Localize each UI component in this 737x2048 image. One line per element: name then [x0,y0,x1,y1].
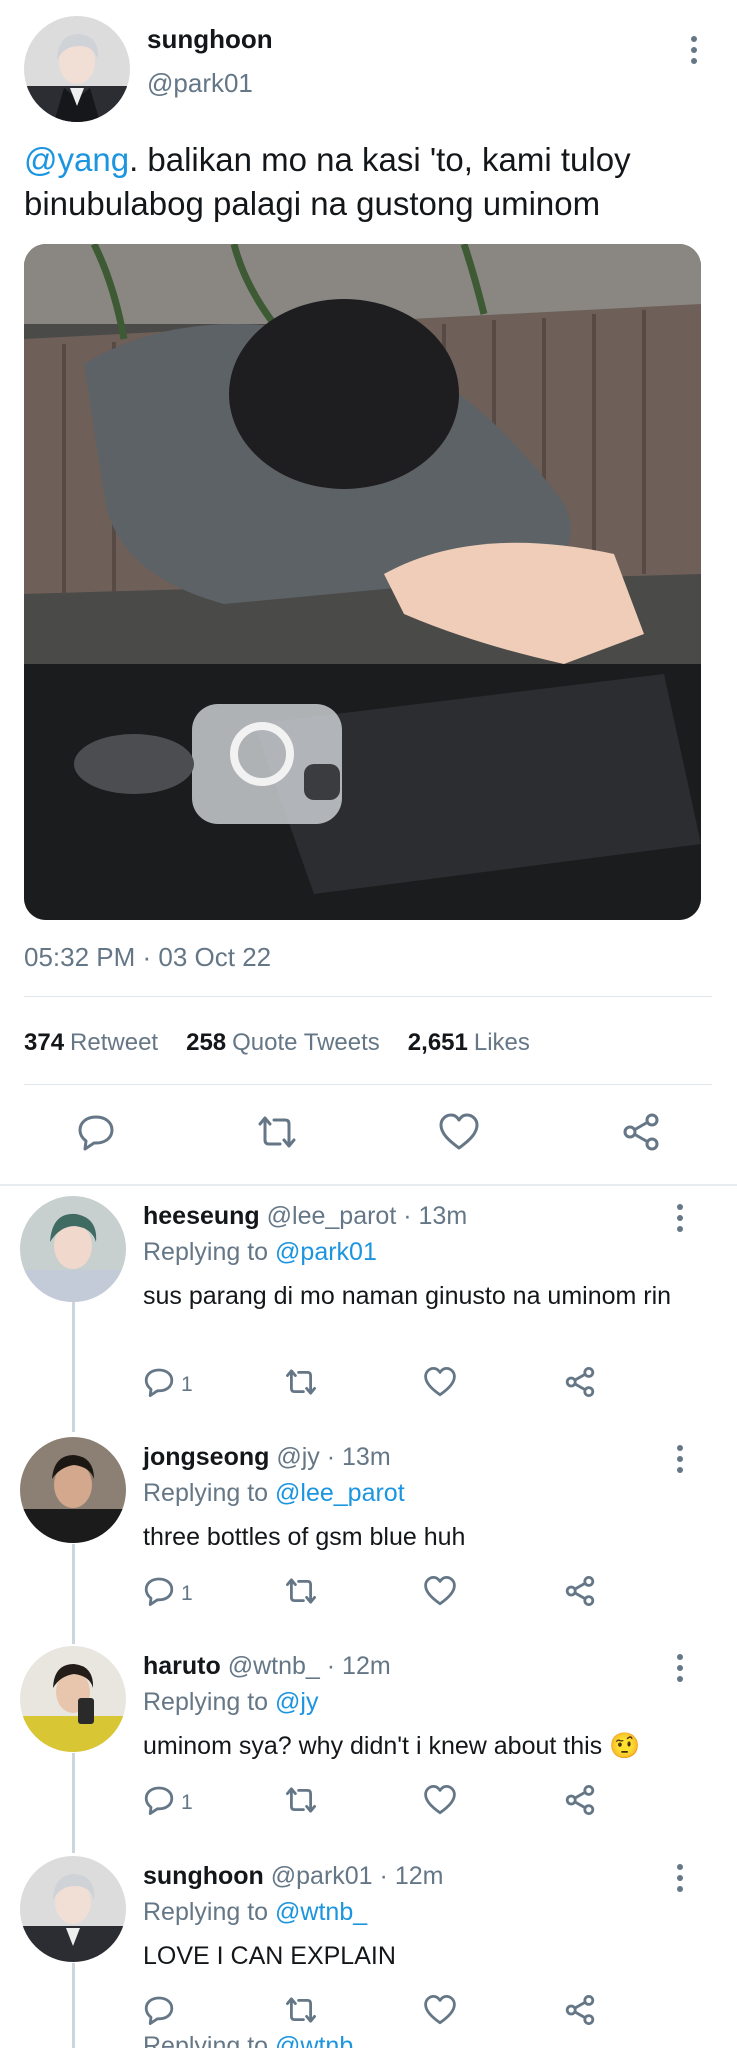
replying-to: Replying to @park01 [143,1238,377,1266]
more-options-icon[interactable] [688,36,700,64]
reply-time: · 13m [403,1202,468,1230]
reply-display-name[interactable]: haruto [143,1652,221,1680]
reply-display-name[interactable]: sunghoon [143,1862,264,1890]
tweet-photo[interactable] [24,244,701,920]
more-options-icon[interactable] [674,1445,686,1473]
tweet-timestamp: 05:32 PM · 03 Oct 22 [24,942,272,972]
reply-avatar[interactable] [20,1437,126,1543]
reply-count: 1 [181,1373,193,1396]
retweet-icon[interactable] [282,1575,320,1607]
reply-handle[interactable]: @park01 [271,1862,373,1890]
reply-icon[interactable] [76,1112,116,1152]
more-options-icon[interactable] [674,1864,686,1892]
replying-to-link[interactable]: @park01 [275,1238,377,1266]
replying-to: Replying to @lee_parot [143,1479,405,1507]
reply-display-name[interactable]: jongseong [143,1443,269,1471]
replying-to: Replying to @jy [143,1688,319,1716]
reply-button[interactable]: 1 [143,1575,193,1613]
replying-to-link[interactable]: @wtnb_ [275,1898,367,1926]
reply-avatar[interactable] [20,1196,126,1302]
reply-button[interactable]: 1 [143,1784,193,1822]
reply-icon [143,1366,175,1404]
retweet-icon[interactable] [282,1366,320,1398]
reply-icon [143,1575,175,1613]
reply-icon [143,1784,175,1822]
retweet-icon[interactable] [282,1784,320,1816]
reply-text: three bottles of gsm blue huh [143,1523,466,1551]
reply-display-name[interactable]: heeseung [143,1202,260,1230]
mention-link[interactable]: @yang [24,141,129,178]
reply-item[interactable]: jongseong @jy · 13m Replying to @lee_par… [0,1437,737,1627]
like-icon[interactable] [423,1994,457,2026]
reply-time: · 13m [326,1443,391,1471]
reply-text: LOVE I CAN EXPLAIN [143,1942,396,1970]
share-icon[interactable] [563,1366,597,1398]
reply-item[interactable]: sunghoon @park01 · 12m Replying to @wtnb… [0,1856,737,2046]
partial-replying-to: Replying to @wtnb_ [143,2032,368,2048]
share-icon[interactable] [620,1112,662,1152]
reply-actions [0,1994,737,2034]
reply-avatar[interactable] [20,1856,126,1962]
author-display-name[interactable]: sunghoon [147,24,273,55]
author-avatar[interactable] [24,16,130,122]
share-icon[interactable] [563,1784,597,1816]
reply-button[interactable] [143,1994,175,2032]
reply-item[interactable]: heeseung @lee_parot · 13m Replying to @p… [0,1196,737,1416]
share-icon[interactable] [563,1994,597,2026]
retweet-icon[interactable] [282,1994,320,2026]
replying-to-link[interactable]: @jy [275,1688,318,1716]
reply-handle[interactable]: @lee_parot [267,1202,397,1230]
like-icon[interactable] [438,1112,480,1152]
share-icon[interactable] [563,1575,597,1607]
retweets-stat[interactable]: 374 Retweet [24,1029,158,1057]
like-icon[interactable] [423,1784,457,1816]
divider [24,1084,712,1085]
reply-count: 1 [181,1791,193,1814]
reply-item[interactable]: haruto @wtnb_ · 12m Replying to @jy umin… [0,1646,737,1836]
reply-actions: 1 [0,1784,737,1824]
replying-to: Replying to @wtnb_ [143,1898,368,1926]
like-icon[interactable] [423,1575,457,1607]
retweet-icon[interactable] [254,1112,300,1152]
reply-avatar[interactable] [20,1646,126,1752]
more-options-icon[interactable] [674,1204,686,1232]
reply-actions: 1 [0,1366,737,1406]
reply-handle[interactable]: @jy [276,1443,319,1471]
more-options-icon[interactable] [674,1654,686,1682]
section-divider [0,1184,737,1186]
reply-time: · 12m [379,1862,444,1890]
quotes-stat[interactable]: 258 Quote Tweets [186,1029,380,1057]
reply-handle[interactable]: @wtnb_ [228,1652,320,1680]
reply-button[interactable]: 1 [143,1366,193,1404]
like-icon[interactable] [423,1366,457,1398]
reply-actions: 1 [0,1575,737,1615]
reply-text: uminom sya? why didn't i knew about this… [143,1732,641,1760]
replying-to-link[interactable]: @lee_parot [275,1479,405,1507]
reply-time: · 12m [326,1652,391,1680]
reply-icon [143,1994,175,2032]
divider [24,996,712,997]
likes-stat[interactable]: 2,651 Likes [408,1029,530,1057]
author-handle[interactable]: @park01 [147,68,253,99]
reply-text: sus parang di mo naman ginusto na uminom… [143,1282,672,1310]
tweet-text: @yang. balikan mo na kasi 'to, kami tulo… [24,138,714,226]
reply-count: 1 [181,1582,193,1605]
tweet-stats: 374 Retweet 258 Quote Tweets 2,651 Likes [24,1029,530,1057]
